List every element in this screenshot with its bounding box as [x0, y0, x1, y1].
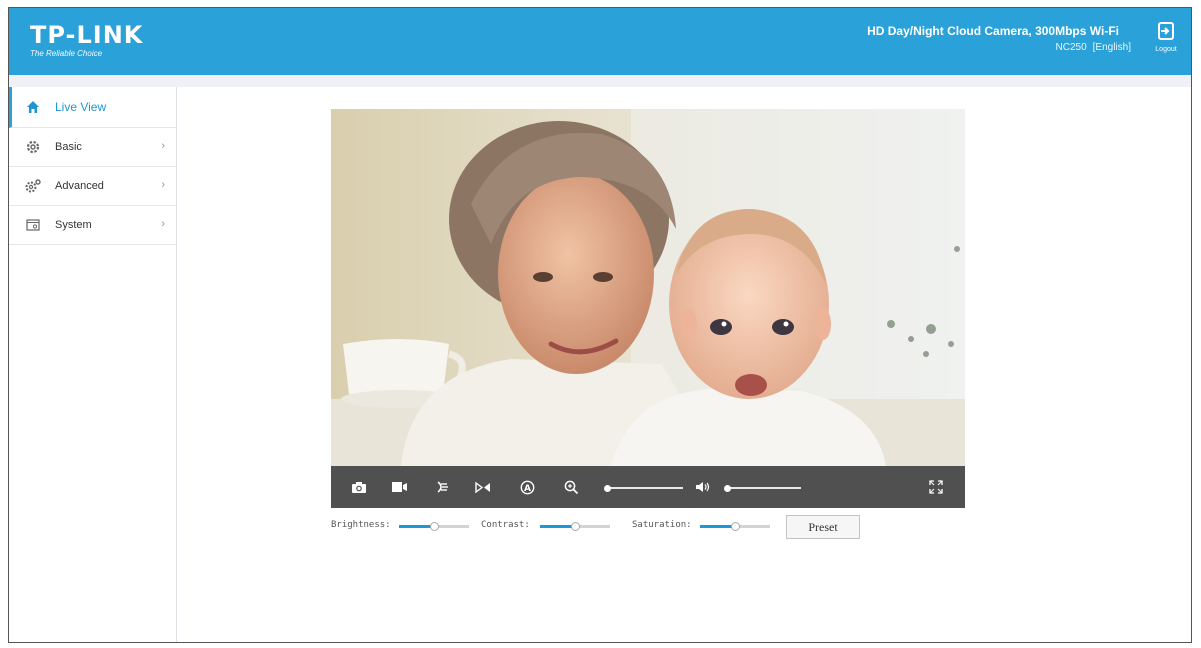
sidebar-item-advanced[interactable]: Advanced ›	[9, 167, 176, 206]
sidebar-item-label: Live View	[55, 100, 107, 114]
app-window: TP-LINK The Reliable Choice HD Day/Night…	[8, 7, 1192, 643]
flip-icon	[475, 481, 490, 493]
volume-button[interactable]	[693, 477, 713, 497]
top-header: TP-LINK The Reliable Choice HD Day/Night…	[9, 8, 1191, 75]
night-vision-button[interactable]	[432, 477, 452, 497]
zoom-slider-knob[interactable]	[604, 484, 611, 492]
preset-button[interactable]: Preset	[786, 515, 860, 539]
auto-icon: A	[520, 480, 534, 494]
saturation-label: Saturation:	[632, 520, 692, 530]
video-record-icon	[391, 482, 407, 492]
gear-icon	[25, 139, 41, 155]
brightness-label: Brightness:	[331, 520, 391, 530]
chevron-right-icon: ›	[161, 140, 165, 152]
saturation-knob[interactable]	[731, 522, 740, 531]
brightness-slider[interactable]	[399, 522, 469, 531]
sidebar: Live View Basic › Advanced › System ›	[9, 87, 177, 642]
saturation-fill	[700, 525, 735, 528]
brightness-knob[interactable]	[430, 522, 439, 531]
sidebar-item-basic[interactable]: Basic ›	[9, 128, 176, 167]
sidebar-item-label: System	[55, 219, 92, 231]
logout-button[interactable]: Logout	[1151, 22, 1181, 53]
zoom-in-icon	[564, 480, 578, 494]
sidebar-item-label: Advanced	[55, 180, 104, 192]
live-video[interactable]	[331, 109, 965, 466]
model-name: NC250	[1055, 42, 1087, 53]
flip-button[interactable]	[473, 477, 493, 497]
video-control-bar: A	[331, 466, 965, 508]
speaker-icon	[696, 482, 710, 492]
system-icon	[25, 217, 41, 233]
logout-label: Logout	[1155, 46, 1177, 53]
fullscreen-button[interactable]	[926, 477, 946, 497]
logo-tagline: The Reliable Choice	[30, 49, 103, 58]
fullscreen-icon	[929, 480, 943, 494]
night-vision-icon	[437, 481, 448, 493]
contrast-fill	[540, 525, 575, 528]
volume-slider-knob[interactable]	[724, 484, 731, 492]
contrast-knob[interactable]	[571, 522, 580, 531]
product-title: HD Day/Night Cloud Camera, 300Mbps Wi-Fi	[867, 24, 1119, 38]
logo-text: TP-LINK	[30, 21, 144, 49]
contrast-slider[interactable]	[540, 522, 610, 531]
video-frame	[331, 109, 965, 466]
chevron-right-icon: ›	[161, 179, 165, 191]
chevron-right-icon: ›	[161, 218, 165, 230]
auto-button[interactable]: A	[517, 477, 537, 497]
zoom-button[interactable]	[561, 477, 581, 497]
sidebar-item-live-view[interactable]: Live View	[9, 87, 176, 128]
contrast-label: Contrast:	[481, 520, 530, 530]
camera-icon	[352, 481, 366, 493]
snapshot-button[interactable]	[349, 477, 369, 497]
saturation-slider[interactable]	[700, 522, 770, 531]
language-selector[interactable]: [English]	[1093, 42, 1131, 53]
header-band	[9, 75, 1191, 87]
volume-slider[interactable]	[724, 484, 801, 492]
advanced-gear-icon	[25, 178, 41, 194]
logout-icon	[1158, 22, 1174, 40]
svg-text:A: A	[524, 483, 531, 493]
sidebar-item-system[interactable]: System ›	[9, 206, 176, 245]
brightness-fill	[399, 525, 434, 528]
zoom-slider[interactable]	[604, 484, 683, 492]
product-info: NC250 [English]	[1050, 42, 1132, 53]
home-icon	[25, 99, 41, 115]
record-button[interactable]	[389, 477, 409, 497]
sidebar-item-label: Basic	[55, 141, 82, 153]
tp-link-logo: TP-LINK The Reliable Choice	[30, 22, 143, 59]
